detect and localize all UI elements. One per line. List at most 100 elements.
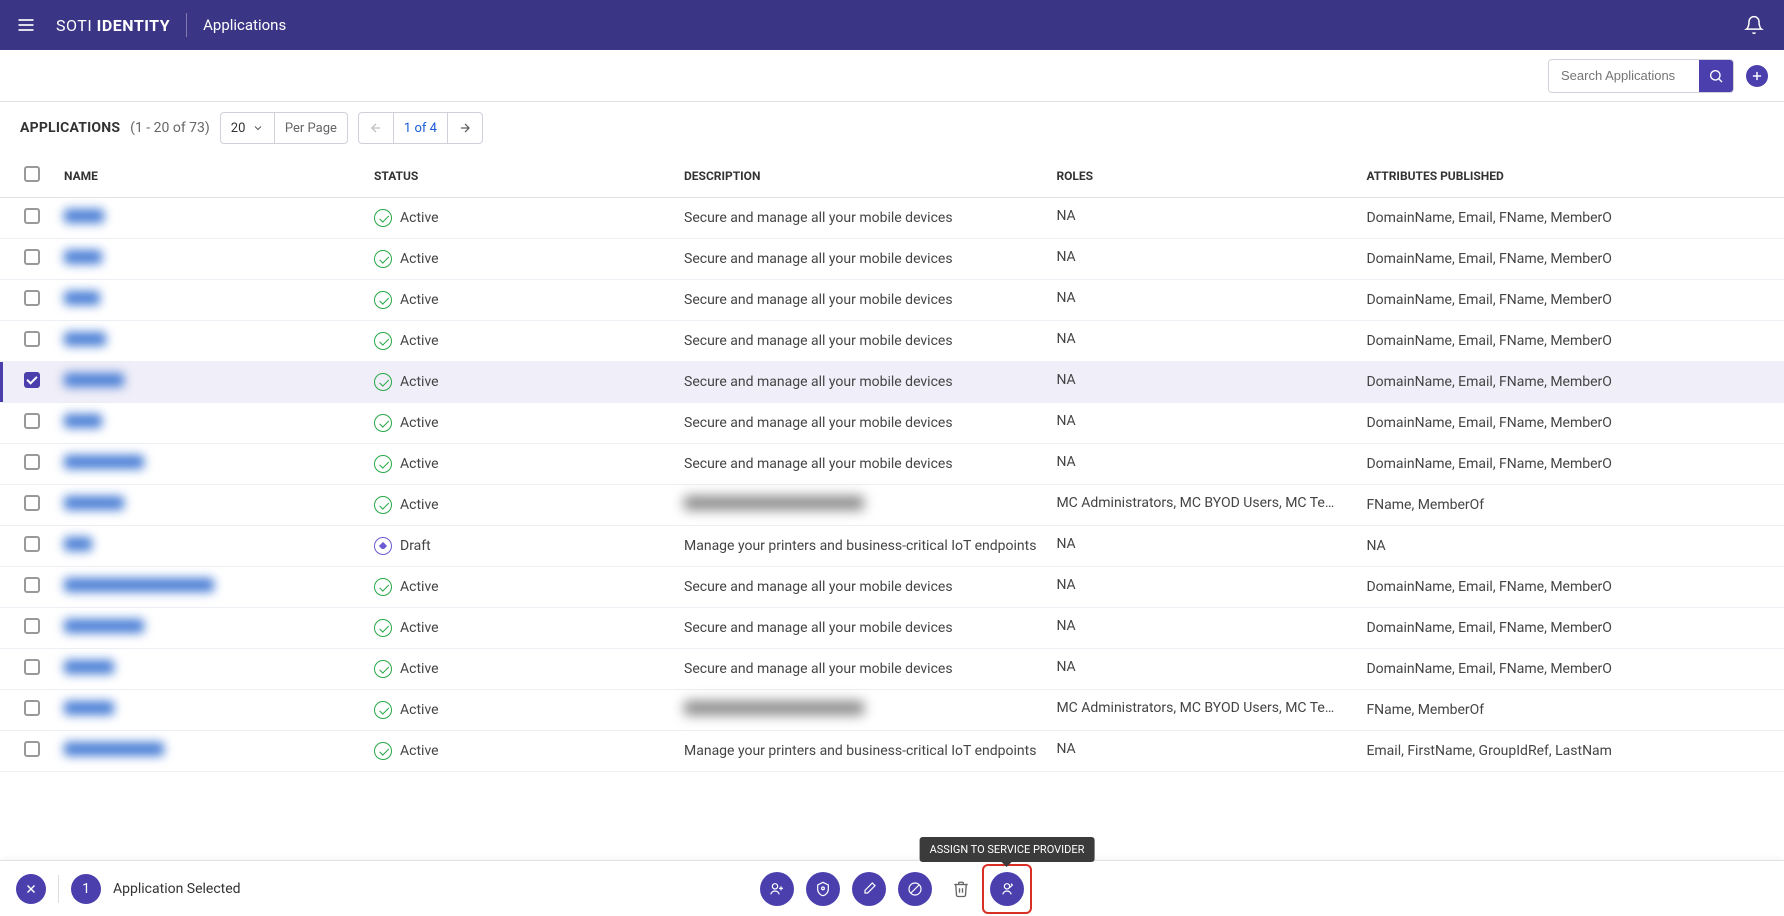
footer-actions: ASSIGN TO SERVICE PROVIDER [760,872,1024,906]
row-checkbox[interactable] [24,331,40,347]
table-row[interactable]: Active MC Administrators, MC BYOD Users, … [0,485,1784,526]
check-circle-icon [374,414,392,432]
page-header: APPLICATIONS (1 - 20 of 73) 20 Per Page … [0,102,1784,154]
description-text: Secure and manage all your mobile device… [684,415,953,431]
menu-icon[interactable] [16,15,36,35]
table-row[interactable]: DraftManage your printers and business-c… [0,526,1784,567]
check-circle-icon [374,332,392,350]
application-name[interactable] [64,496,124,510]
table-row[interactable]: ActiveMC Administrators, MC BYOD Users, … [0,690,1784,731]
status-cell: Active [374,496,664,514]
status-text: Active [400,579,439,595]
table-row[interactable]: Active Secure and manage all your mobile … [0,403,1784,444]
row-checkbox[interactable] [24,700,40,716]
application-name[interactable] [64,578,214,592]
next-page-button[interactable] [448,113,482,143]
table-row[interactable]: Active Secure and manage all your mobile … [0,362,1784,403]
status-cell: Active [374,209,664,227]
application-name[interactable] [64,701,114,715]
col-description[interactable]: DESCRIPTION [674,154,1046,198]
status-cell: Active [374,373,664,391]
check-circle-icon [374,373,392,391]
row-checkbox[interactable] [24,372,40,388]
permission-button[interactable] [806,872,840,906]
col-roles[interactable]: ROLES [1046,154,1356,198]
search-input[interactable] [1549,60,1699,92]
application-name[interactable] [64,414,102,428]
selection-label: Application Selected [113,881,241,897]
table-row[interactable]: ActiveSecure and manage all your mobile … [0,649,1784,690]
check-circle-icon [374,660,392,678]
row-checkbox[interactable] [24,495,40,511]
row-checkbox[interactable] [24,741,40,757]
application-name[interactable] [64,660,114,674]
attributes-text: DomainName, Email, FName, MemberO [1366,620,1611,636]
status-text: Active [400,661,439,677]
application-name[interactable] [64,455,144,469]
status-text: Active [400,210,439,226]
per-page-selector: 20 Per Page [220,112,348,144]
row-checkbox[interactable] [24,577,40,593]
select-all-checkbox[interactable] [24,166,40,182]
table-row[interactable]: Active Secure and manage all your mobile … [0,608,1784,649]
check-circle-icon [374,209,392,227]
attributes-text: Email, FirstName, GroupIdRef, LastNam [1366,743,1612,759]
delete-button[interactable] [944,872,978,906]
application-name[interactable] [64,619,144,633]
assign-user-button[interactable] [760,872,794,906]
description-text [684,701,864,715]
description-text: Manage your printers and business-critic… [684,743,1036,759]
attributes-text: DomainName, Email, FName, MemberO [1366,333,1611,349]
per-page-value[interactable]: 20 [221,113,275,143]
add-button[interactable] [1746,65,1768,87]
application-name[interactable] [64,742,164,756]
application-name[interactable] [64,209,104,223]
prev-page-button[interactable] [359,113,394,143]
roles-text: MC Administrators, MC BYOD Users, MC Tec… [1056,495,1336,511]
attributes-text: FName, MemberOf [1366,702,1484,718]
status-text: Active [400,415,439,431]
disable-button[interactable] [898,872,932,906]
row-checkbox[interactable] [24,454,40,470]
row-checkbox[interactable] [24,290,40,306]
status-text: Active [400,497,439,513]
description-text: Secure and manage all your mobile device… [684,620,953,636]
row-checkbox[interactable] [24,413,40,429]
assign-service-provider-button[interactable]: ASSIGN TO SERVICE PROVIDER [990,872,1024,906]
application-name[interactable] [64,291,100,305]
col-status[interactable]: STATUS [364,154,674,198]
application-name[interactable] [64,250,102,264]
table-row[interactable]: ActiveSecure and manage all your mobile … [0,444,1784,485]
attributes-text: NA [1366,538,1385,554]
row-checkbox[interactable] [24,208,40,224]
application-name[interactable] [64,537,92,551]
table-row[interactable]: ActiveSecure and manage all your mobile … [0,198,1784,239]
application-name[interactable] [64,332,106,346]
table-row[interactable]: ActiveSecure and manage all your mobile … [0,239,1784,280]
status-cell: Active [374,619,664,637]
row-checkbox[interactable] [24,659,40,675]
table-row[interactable]: ActiveSecure and manage all your mobile … [0,567,1784,608]
edit-button[interactable] [852,872,886,906]
col-attributes[interactable]: ATTRIBUTES PUBLISHED [1356,154,1784,198]
toolbar [0,50,1784,102]
clear-selection-button[interactable] [16,874,46,904]
row-checkbox[interactable] [24,618,40,634]
description-text: Secure and manage all your mobile device… [684,374,953,390]
search-button[interactable] [1699,60,1733,92]
check-circle-icon [374,701,392,719]
row-checkbox[interactable] [24,249,40,265]
roles-text: NA [1056,249,1075,265]
check-circle-icon [374,291,392,309]
row-checkbox[interactable] [24,536,40,552]
table-row[interactable]: ActiveSecure and manage all your mobile … [0,280,1784,321]
table-row[interactable]: ActiveSecure and manage all your mobile … [0,321,1784,362]
status-cell: Active [374,701,664,719]
notifications-icon[interactable] [1740,11,1768,39]
table-row[interactable]: ActiveManage your printers and business-… [0,731,1784,772]
application-name[interactable] [64,373,124,387]
selection-footer: 1 Application Selected ASSIGN TO SERVICE… [0,860,1784,916]
applications-table-wrap: NAME STATUS DESCRIPTION ROLES ATTRIBUTES… [0,154,1784,860]
attributes-text: DomainName, Email, FName, MemberO [1366,210,1611,226]
col-name[interactable]: NAME [54,154,364,198]
